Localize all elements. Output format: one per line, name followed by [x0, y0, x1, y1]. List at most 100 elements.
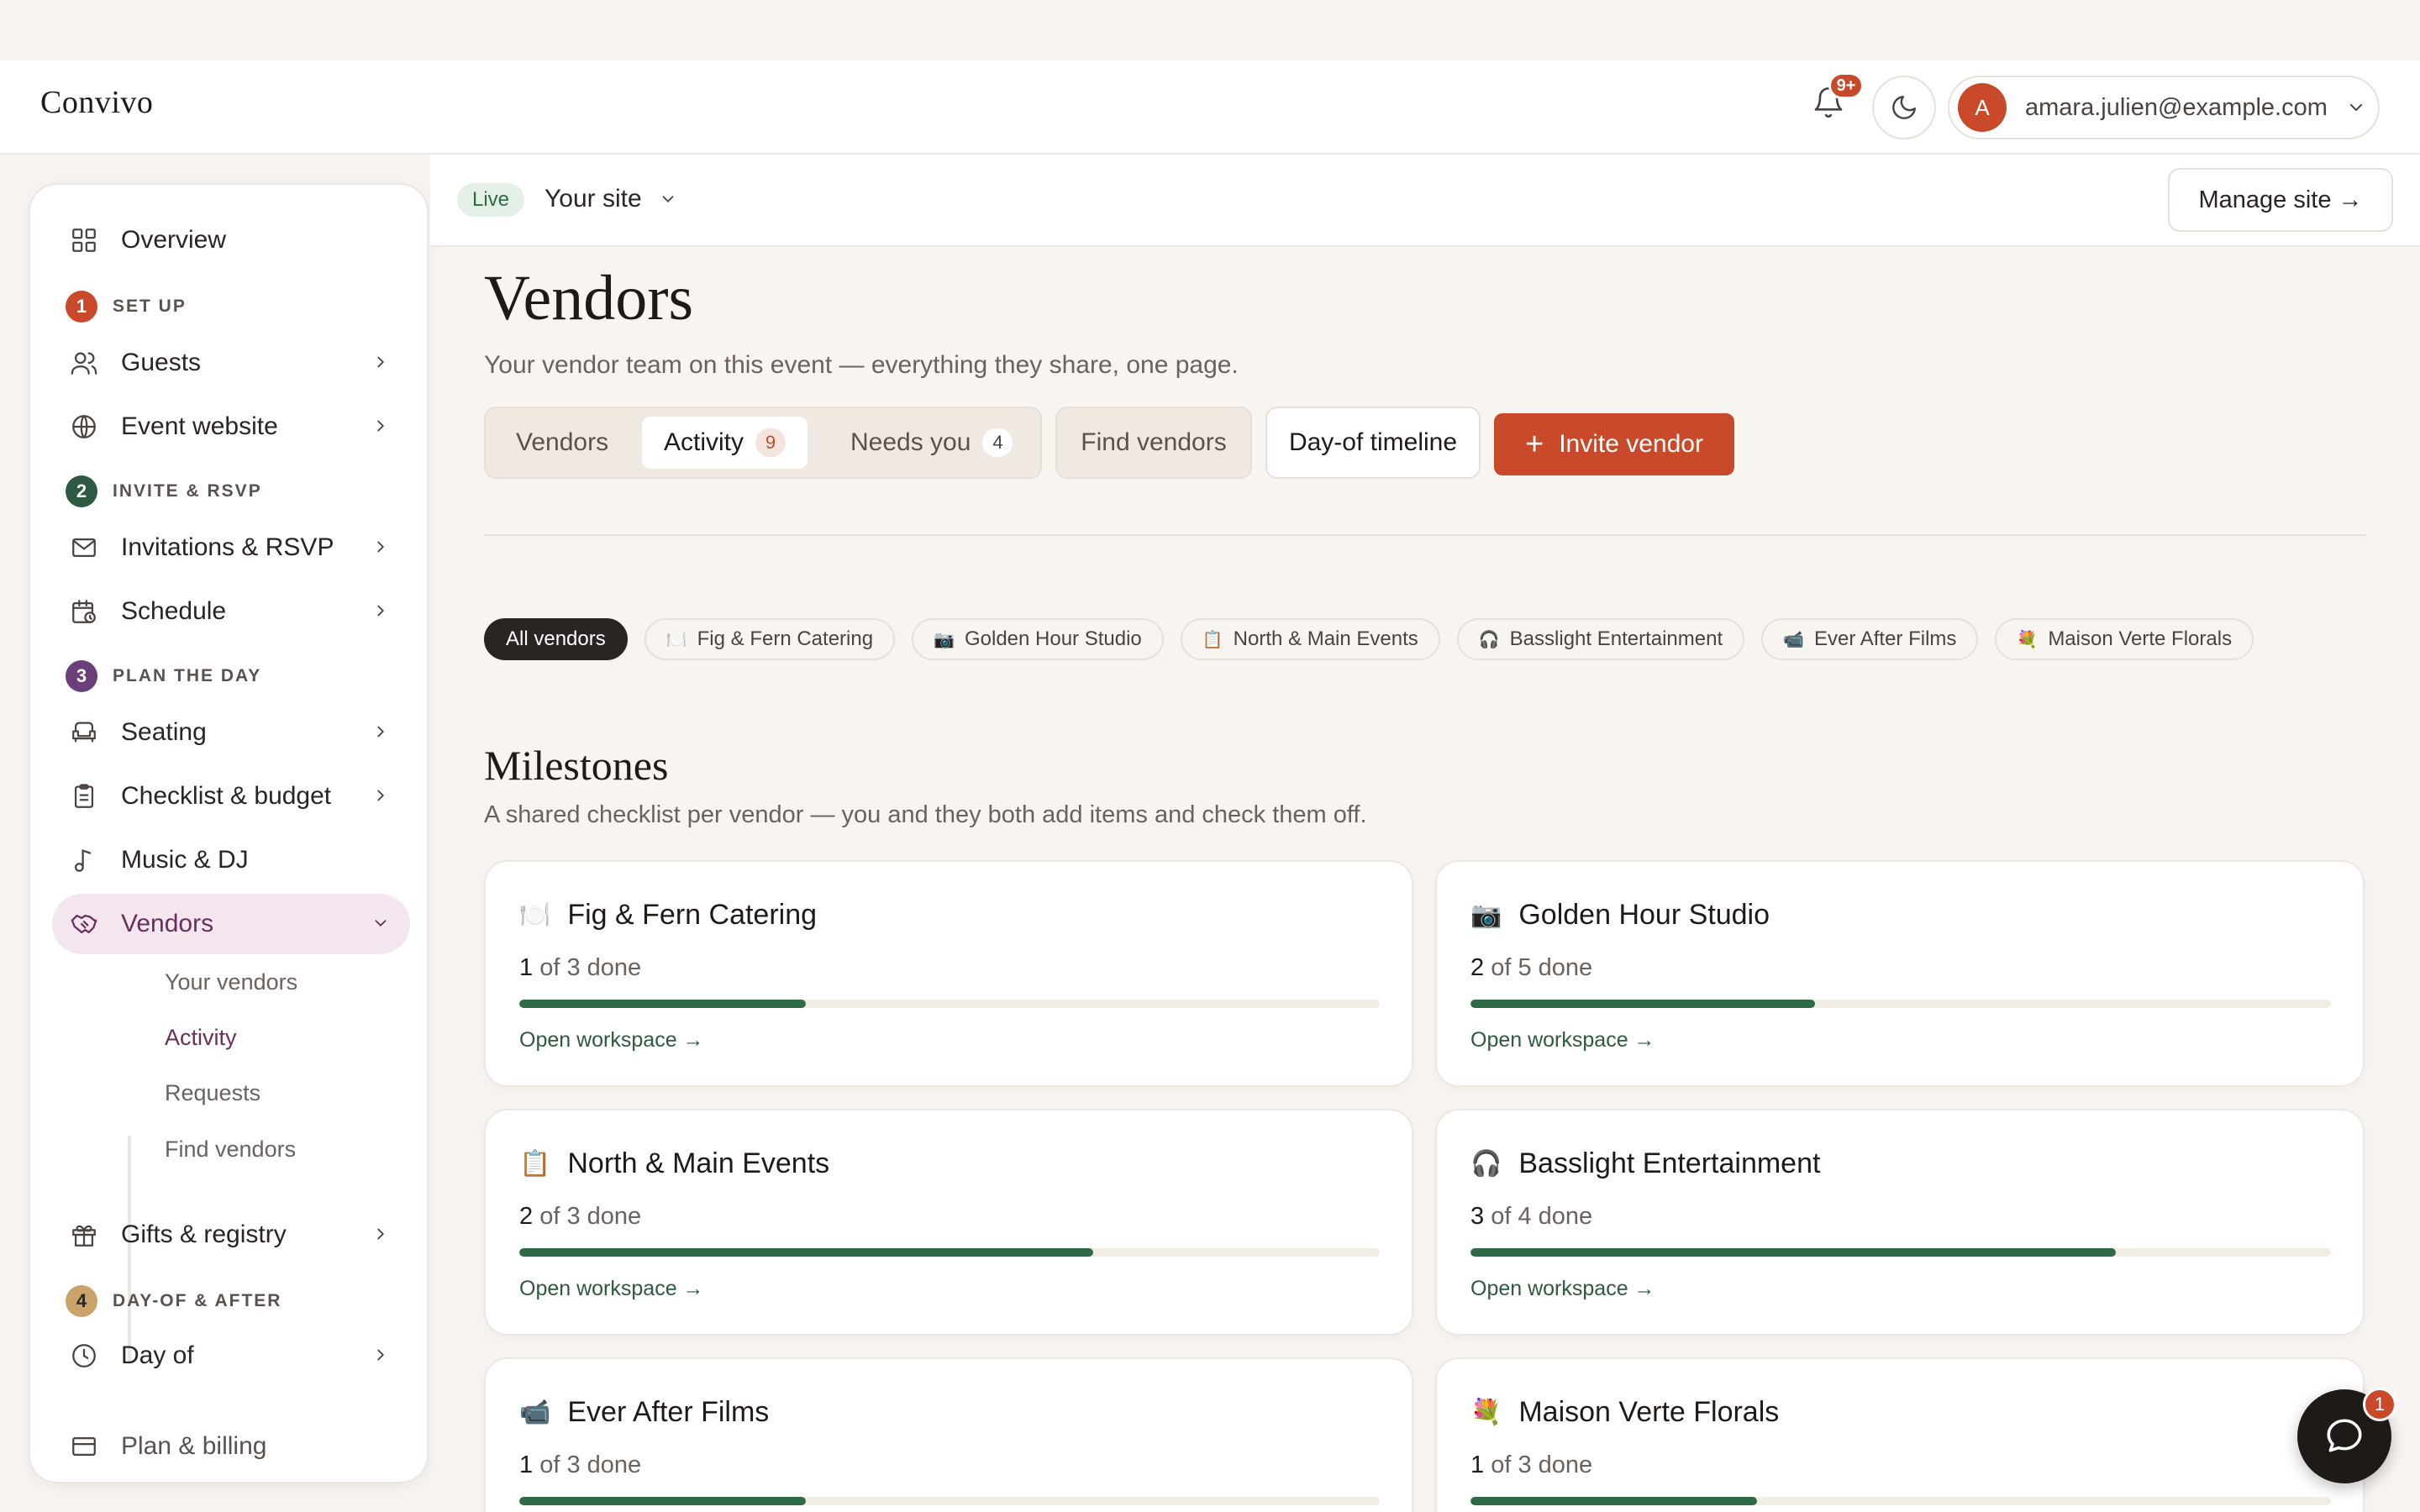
mail-icon	[69, 533, 99, 563]
sidebar-item-label: Checklist & budget	[121, 782, 332, 810]
filter-chip[interactable]: 📋 North & Main Events	[1180, 618, 1440, 660]
video-camera-icon: 📹	[519, 1399, 551, 1426]
sidebar: Overview 1 SET UP Guests Event website 2…	[29, 183, 429, 1483]
tab-vendors[interactable]: Vendors	[494, 417, 630, 469]
filter-chip[interactable]: 💐 Maison Verte Florals	[1995, 618, 2254, 660]
chip-label: Fig & Fern Catering	[697, 627, 874, 650]
chat-badge: 1	[2363, 1388, 2396, 1421]
notification-badge: 9+	[1828, 72, 1864, 99]
sidebar-subitem-find-vendors[interactable]: Find vendors	[165, 1137, 296, 1163]
milestone-card[interactable]: 🍽️ Fig & Fern Catering 1 of 3 done Open w…	[484, 860, 1413, 1087]
find-vendors-button[interactable]: Find vendors	[1055, 407, 1252, 479]
vendor-name: North & Main Events	[567, 1147, 830, 1179]
progress-text: 2 of 5 done	[1470, 954, 1592, 982]
headphones-icon: 🎧	[1478, 630, 1500, 649]
open-workspace-link[interactable]: Open workspace →	[519, 1028, 704, 1053]
tab-needs-you[interactable]: Needs you 4	[829, 417, 1034, 469]
chevron-down-icon	[375, 920, 387, 927]
bouquet-icon: 💐	[1470, 1399, 1502, 1426]
chip-label: Golden Hour Studio	[964, 627, 1142, 650]
site-switcher[interactable]: Your site	[544, 185, 677, 213]
milestones-title: Milestones	[484, 742, 669, 789]
sidebar-item-billing[interactable]: Plan & billing	[52, 1416, 410, 1477]
sidebar-item-seating[interactable]: Seating	[52, 702, 410, 763]
sidebar-item-label: Vendors	[121, 910, 214, 937]
plate-icon: 🍽️	[519, 901, 551, 929]
open-workspace-link[interactable]: Open workspace →	[1470, 1277, 1655, 1301]
sidebar-item-invitations[interactable]: Invitations & RSVP	[52, 517, 410, 578]
filter-chip[interactable]: 🍽️ Fig & Fern Catering	[644, 618, 896, 660]
chat-bubble-icon	[2327, 1419, 2362, 1452]
total-text: of 5 done	[1491, 954, 1593, 981]
chevron-right-icon	[377, 790, 385, 801]
sidebar-item-vendors[interactable]: Vendors	[52, 894, 410, 954]
done-count: 1	[519, 1452, 534, 1478]
day-of-timeline-button[interactable]: Day-of timeline	[1265, 407, 1481, 479]
chevron-down-icon	[2349, 104, 2362, 112]
globe-icon	[69, 412, 99, 442]
milestone-card[interactable]: 🎧 Basslight Entertainment 3 of 4 done Ope…	[1435, 1109, 2365, 1336]
progress-fill	[1470, 1000, 1815, 1008]
sidebar-subitem-your-vendors[interactable]: Your vendors	[165, 969, 297, 995]
sidebar-item-gifts[interactable]: Gifts & registry	[52, 1205, 410, 1265]
account-menu[interactable]: A amara.julien@example.com	[1948, 76, 2380, 139]
filter-chip[interactable]: 📹 Ever After Films	[1761, 618, 1979, 660]
chevron-right-icon	[377, 726, 385, 738]
sidebar-item-event-website[interactable]: Event website	[52, 396, 410, 457]
filter-chip[interactable]: 🎧 Basslight Entertainment	[1456, 618, 1745, 660]
chip-label: Maison Verte Florals	[2048, 627, 2233, 650]
manage-site-button[interactable]: Manage site →	[2168, 168, 2393, 232]
site-name: Your site	[544, 185, 642, 213]
sidebar-subitem-requests[interactable]: Requests	[165, 1080, 260, 1106]
chevron-right-icon	[377, 420, 385, 432]
filter-chip-all[interactable]: All vendors	[484, 618, 628, 660]
progress-fill	[1470, 1497, 1757, 1505]
clipboard-icon: 📋	[519, 1150, 551, 1178]
view-tabs: Vendors Activity 9 Needs you 4	[484, 407, 1042, 479]
milestone-card[interactable]: 📋 North & Main Events 2 of 3 done Open wo…	[484, 1109, 1413, 1336]
progress-text: 1 of 3 done	[519, 954, 641, 982]
section-label: DAY-OF & AFTER	[113, 1291, 282, 1310]
progress-fill	[519, 1000, 806, 1008]
section-plan: 3 PLAN THE DAY	[66, 660, 261, 692]
progress-bar	[1470, 1497, 2331, 1505]
progress-fill	[519, 1497, 806, 1505]
total-text: of 3 done	[539, 1203, 642, 1230]
brand-logo[interactable]: Convivo	[40, 84, 153, 121]
avatar: A	[1958, 83, 2007, 132]
vendor-filter-chips: All vendors 🍽️ Fig & Fern Catering 📷 Golde…	[484, 618, 2254, 660]
progress-bar	[1470, 1000, 2331, 1008]
progress-bar	[519, 1248, 1380, 1257]
progress-bar	[519, 1000, 1380, 1008]
chip-label: Basslight Entertainment	[1509, 627, 1723, 650]
chip-label: North & Main Events	[1233, 627, 1418, 650]
open-workspace-link[interactable]: Open workspace →	[1470, 1028, 1655, 1053]
chevron-right-icon	[377, 1349, 385, 1361]
page-subtitle: Your vendor team on this event — everyth…	[484, 351, 1239, 379]
progress-text: 1 of 3 done	[519, 1452, 641, 1479]
sidebar-item-label: Overview	[121, 226, 227, 254]
activity-count-badge: 9	[755, 428, 786, 457]
theme-toggle-button[interactable]	[1872, 76, 1936, 139]
milestone-card[interactable]: 📹 Ever After Films 1 of 3 done	[484, 1357, 1413, 1512]
filter-chip[interactable]: 📷 Golden Hour Studio	[912, 618, 1164, 660]
milestone-card[interactable]: 📷 Golden Hour Studio 2 of 5 done Open wor…	[1435, 860, 2365, 1087]
sidebar-item-overview[interactable]: Overview	[52, 210, 410, 270]
tab-activity[interactable]: Activity 9	[642, 417, 808, 469]
sidebar-item-guests[interactable]: Guests	[52, 333, 410, 393]
camera-icon: 📷	[934, 630, 955, 649]
sidebar-item-schedule[interactable]: Schedule	[52, 581, 410, 642]
progress-fill	[1470, 1248, 2116, 1257]
chevron-down-icon	[662, 196, 674, 203]
sidebar-subitem-activity[interactable]: Activity	[165, 1025, 237, 1051]
open-workspace-link[interactable]: Open workspace →	[519, 1277, 704, 1301]
progress-text: 3 of 4 done	[1470, 1203, 1592, 1231]
invite-vendor-button[interactable]: + Invite vendor	[1494, 413, 1734, 475]
sidebar-item-music[interactable]: Music & DJ	[52, 830, 410, 890]
section-setup: 1 SET UP	[66, 291, 187, 323]
sidebar-item-checklist[interactable]: Checklist & budget	[52, 766, 410, 827]
milestone-card[interactable]: 💐 Maison Verte Florals 1 of 3 done	[1435, 1357, 2365, 1512]
sidebar-item-day-of[interactable]: Day of	[52, 1326, 410, 1386]
grid-icon	[69, 225, 99, 255]
chip-label: Ever After Films	[1814, 627, 1957, 650]
